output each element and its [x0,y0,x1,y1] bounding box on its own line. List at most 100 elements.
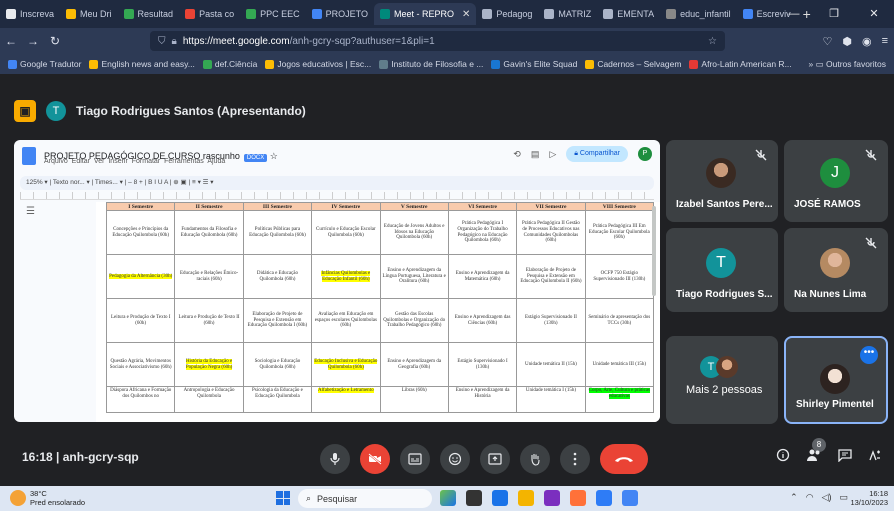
app-icon[interactable] [596,490,612,506]
bookmark-item[interactable]: Gavin's Elite Squad [491,59,577,69]
edge-icon[interactable] [492,490,508,506]
participant-tile-selected[interactable]: ••• Shirley Pimentel [784,336,888,424]
doc-scrollbar [652,206,656,296]
more-options-button[interactable] [560,444,590,474]
chevron-up-icon[interactable]: ⌃ [790,492,798,503]
task-view-icon[interactable] [466,490,482,506]
presentation-icon[interactable]: ▣ [14,100,36,122]
bookmark-item[interactable]: Google Tradutor [8,59,81,69]
table-cell: Questão Agrária, Movimentos Sociais e As… [105,342,176,387]
tab-favicon-icon [66,9,77,19]
more-participants-tile[interactable]: T Mais 2 pessoas [666,336,778,424]
chrome-icon[interactable] [622,490,638,506]
firefox-icon[interactable] [570,490,586,506]
table-header: II Semestre [174,202,244,211]
browser-tab[interactable]: Resultad [118,3,180,25]
restore-button[interactable]: ❐ [814,0,854,28]
table-cell: Psicologia da Educação e Educação Quilom… [242,386,313,413]
profile-icon[interactable]: ◉ [862,35,872,48]
bookmark-item[interactable]: Instituto de Filosofia e ... [379,59,483,69]
tab-favicon-icon [379,9,390,19]
pocket-icon[interactable]: ♡ [822,35,832,48]
leave-call-button[interactable] [600,444,648,474]
people-icon[interactable] [806,448,822,462]
taskbar-clock[interactable]: 16:18 13/10/2023 [850,489,888,507]
browser-tab[interactable]: PPC EEC [240,3,306,25]
minimize-button[interactable]: — [774,0,814,28]
shield-icon: ⛉ [158,35,166,47]
reactions-button[interactable] [440,444,470,474]
star-icon[interactable]: ☆ [708,36,717,47]
forward-icon[interactable]: → [22,34,44,48]
camera-button[interactable] [360,444,390,474]
captions-button[interactable] [400,444,430,474]
wifi-icon[interactable]: ◠ [806,492,814,503]
bookmark-item[interactable]: def.Ciência [202,59,257,69]
table-cell: Ensino e Aprendizagem da Língua Portugue… [379,254,449,299]
table-cell: Avaliação em Educação em espaços escolar… [311,298,381,343]
weather-widget[interactable]: 38°C Pred ensolarado [10,489,85,507]
bookmark-item[interactable]: Afro-Latin American R... [689,59,792,69]
mic-off-icon [865,237,877,249]
file-explorer-icon[interactable] [518,490,534,506]
store-icon[interactable] [544,490,560,506]
participant-photo [716,356,738,378]
bookmark-item[interactable]: Cadernos – Selvagem [585,59,681,69]
participant-tile[interactable]: T Tiago Rodrigues S... [666,228,778,312]
participant-tile[interactable]: J JOSÉ RAMOS [784,140,888,222]
weather-icon [10,490,26,506]
browser-tab[interactable]: Pasta co [179,3,240,25]
meet-stage: ▣ T Tiago Rodrigues Santos (Apresentando… [0,74,894,486]
close-window-button[interactable]: ✕ [854,0,894,28]
bookmark-item[interactable]: English news and easy... [89,59,195,69]
table-cell: Políticas Públicas para Educação Quilomb… [242,210,313,255]
extension-icon[interactable]: ⬢ [842,35,852,48]
raise-hand-button[interactable] [520,444,550,474]
browser-tab[interactable]: educ_infantil [660,3,737,25]
table-cell: Prática Pedagógica II Gestão de Processo… [516,210,586,255]
taskbar-search[interactable]: ⌕ Pesquisar [298,489,432,508]
address-bar[interactable]: ⛉ 🔒︎ https://meet.google.com/anh-gcry-sq… [150,31,725,51]
info-icon[interactable] [776,448,790,462]
other-favorites[interactable]: » ▭ Outros favoritos [809,54,886,74]
browser-tab[interactable]: EMENTA [597,3,660,25]
activities-icon[interactable] [868,448,882,462]
widgets-icon[interactable] [440,490,456,506]
table-cell: Antropologia e Educação Quilombola [174,386,244,413]
bookmark-favicon-icon [689,59,699,69]
volume-icon[interactable]: ◁) [822,492,832,503]
browser-tab[interactable]: Pedagog [476,3,538,25]
table-row: Pedagogia da Alternância (30h) Educação e… [105,254,655,299]
browser-tab[interactable]: MATRIZ [538,3,597,25]
chat-icon[interactable] [838,448,852,462]
table-cell: Corpo, Arte, Cultura e práticas educativ… [584,386,655,413]
windows-start-icon[interactable] [276,491,290,505]
more-options-icon[interactable]: ••• [860,346,878,364]
table-cell: Elaboração de Projeto de Pesquisa e Exte… [242,298,313,343]
system-tray: ⌃ ◠ ◁) ▭ [790,492,848,503]
table-cell: Leitura e Produção de Texto II (60h) [174,298,244,343]
table-header: III Semestre [242,202,313,211]
battery-icon[interactable]: ▭ [839,492,848,503]
back-icon[interactable]: ← [0,34,22,48]
bookmark-item[interactable]: Jogos educativos | Esc... [265,59,371,69]
table-row: Concepções e Princípios da Educação Quil… [105,210,655,255]
present-button[interactable] [480,444,510,474]
curriculum-table: I Semestre II Semestre III Semestre IV Seme… [105,202,655,413]
control-buttons [320,444,648,474]
doc-toolbar: 125% ▾ | Texto nor... ▾ | Times... ▾ | –… [20,176,654,190]
participant-tile[interactable]: Izabel Santos Pere... [666,140,778,222]
browser-tab[interactable]: Inscreva [0,3,60,25]
browser-tab[interactable]: Meu Dri [60,3,118,25]
browser-tab[interactable]: Meet - REPRO ✕ [373,3,477,25]
table-cell: Pedagogia da Alternância (30h) [105,254,176,299]
reload-icon[interactable]: ↻ [44,34,66,48]
close-tab-icon[interactable]: ✕ [462,9,470,20]
tab-label: Meet - REPRO [393,9,454,19]
captions-icon [408,453,422,465]
browser-tab[interactable]: PROJETO [306,3,374,25]
participant-tile[interactable]: Na Nunes Lima [784,228,888,312]
mic-button[interactable] [320,444,350,474]
menu-icon[interactable]: ≡ [882,35,888,47]
bookmark-favicon-icon [8,59,17,69]
